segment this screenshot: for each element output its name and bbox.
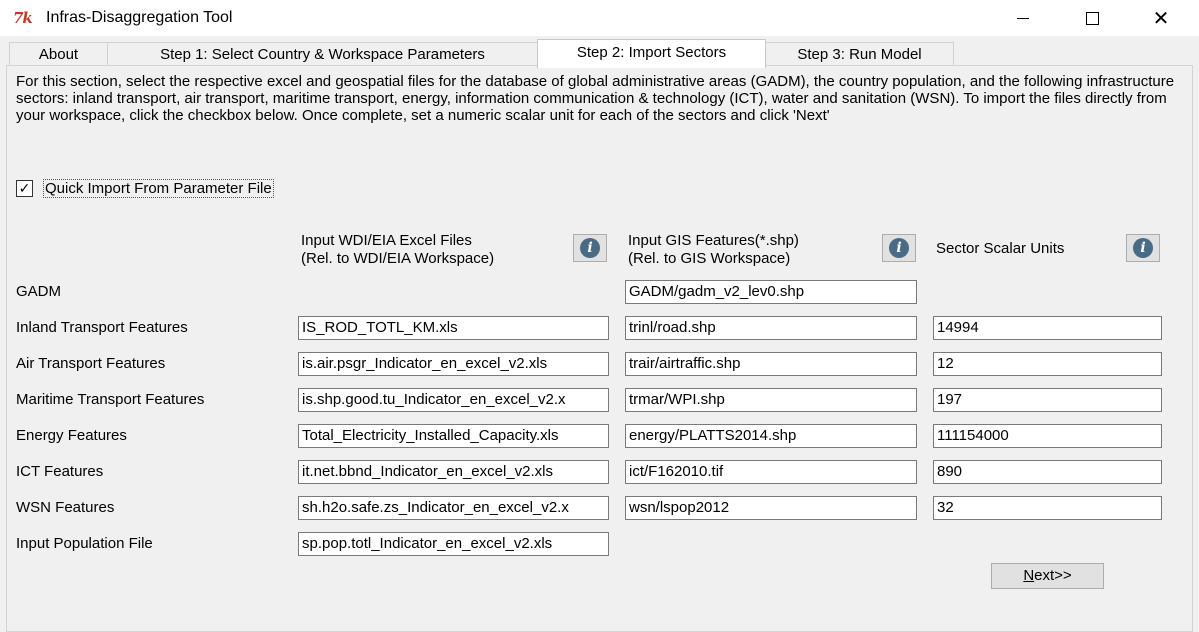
close-button[interactable]: ✕ [1138,0,1184,36]
inland-transport-gis-field[interactable]: trinl/road.shp [625,316,917,340]
wsn-excel-field[interactable]: sh.h2o.safe.zs_Indicator_en_excel_v2.x [298,496,609,520]
gis-header-line1: Input GIS Features(*.shp) [628,232,799,249]
tab-bar: About Step 1: Select Country & Workspace… [0,36,1199,68]
tab-step-2[interactable]: Step 2: Import Sectors [537,39,766,68]
ict-excel-field[interactable]: it.net.bbnd_Indicator_en_excel_v2.xls [298,460,609,484]
energy-label: Energy Features [16,427,127,444]
energy-gis-field[interactable]: energy/PLATTS2014.shp [625,424,917,448]
next-label-rest: ext>> [1034,567,1072,584]
maximize-icon [1085,11,1099,25]
energy-scalar-field[interactable]: 111154000 [933,424,1162,448]
wsn-gis-field[interactable]: wsn/lspop2012 [625,496,917,520]
inland-transport-label: Inland Transport Features [16,319,188,336]
title-bar: 7k Infras-Disaggregation Tool ✕ [0,0,1199,36]
energy-excel-field[interactable]: Total_Electricity_Installed_Capacity.xls [298,424,609,448]
minimize-icon [1017,17,1029,19]
close-icon: ✕ [1152,6,1170,30]
wsn-scalar-field[interactable]: 32 [933,496,1162,520]
gadm-label: GADM [16,283,61,300]
excel-header-line2: (Rel. to WDI/EIA Workspace) [301,250,495,267]
maritime-transport-scalar-field[interactable]: 197 [933,388,1162,412]
maximize-button[interactable] [1069,0,1115,36]
excel-header-line1: Input WDI/EIA Excel Files [301,232,472,249]
scalar-info-button[interactable]: i [1126,234,1160,262]
air-transport-scalar-field[interactable]: 12 [933,352,1162,376]
air-transport-gis-field[interactable]: trair/airtraffic.shp [625,352,917,376]
excel-info-button[interactable]: i [573,234,607,262]
info-icon: i [580,238,600,258]
quick-import-checkbox-row[interactable]: ✓ Quick Import From Parameter File [16,178,274,198]
quick-import-checkbox[interactable]: ✓ [16,179,33,197]
gis-info-button[interactable]: i [882,234,916,262]
info-icon: i [1133,238,1153,258]
gadm-gis-field[interactable]: GADM/gadm_v2_lev0.shp [625,280,917,304]
excel-column-header: Input WDI/EIA Excel Files (Rel. to WDI/E… [301,232,494,268]
wsn-label: WSN Features [16,499,115,516]
air-transport-excel-field[interactable]: is.air.psgr_Indicator_en_excel_v2.xls [298,352,609,376]
window-title: Infras-Disaggregation Tool [46,9,233,26]
tab-step-3[interactable]: Step 3: Run Model [765,42,954,67]
maritime-transport-label: Maritime Transport Features [16,391,205,408]
air-transport-label: Air Transport Features [16,355,166,372]
checkmark-icon: ✓ [18,180,31,196]
minimize-button[interactable] [1000,0,1046,36]
ict-gis-field[interactable]: ict/F162010.tif [625,460,917,484]
scalar-column-header: Sector Scalar Units [936,240,1065,257]
tab-about[interactable]: About [9,42,108,67]
instructions-text: For this section, select the respective … [16,73,1175,124]
inland-transport-excel-field[interactable]: IS_ROD_TOTL_KM.xls [298,316,609,340]
next-button[interactable]: Next>> [991,563,1104,589]
ict-scalar-field[interactable]: 890 [933,460,1162,484]
maritime-transport-excel-field[interactable]: is.shp.good.tu_Indicator_en_excel_v2.x [298,388,609,412]
tab-step-1[interactable]: Step 1: Select Country & Workspace Param… [107,42,538,67]
next-mnemonic: N [1023,567,1035,584]
population-excel-field[interactable]: sp.pop.totl_Indicator_en_excel_v2.xls [298,532,609,556]
gis-column-header: Input GIS Features(*.shp) (Rel. to GIS W… [628,232,799,268]
gis-header-line2: (Rel. to GIS Workspace) [628,250,791,267]
ict-label: ICT Features [16,463,104,480]
info-icon: i [889,238,909,258]
tk-app-icon: 7k [13,9,33,27]
quick-import-label[interactable]: Quick Import From Parameter File [43,178,274,198]
inland-transport-scalar-field[interactable]: 14994 [933,316,1162,340]
population-label: Input Population File [16,535,153,552]
maritime-transport-gis-field[interactable]: trmar/WPI.shp [625,388,917,412]
app-window: 7k Infras-Disaggregation Tool ✕ About St… [0,0,1199,632]
